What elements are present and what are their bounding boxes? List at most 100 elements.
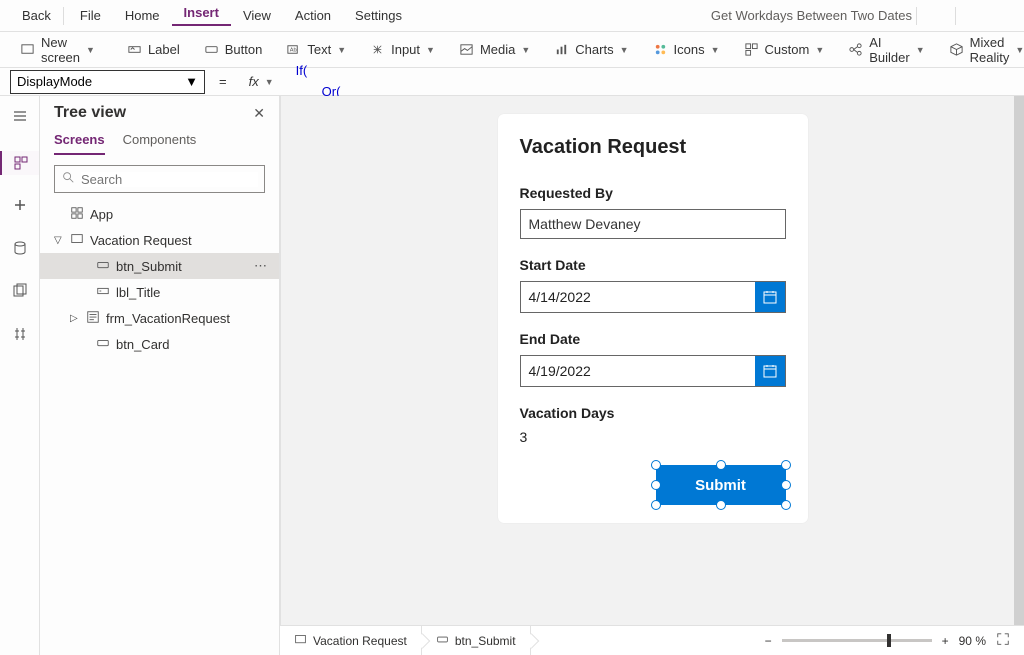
app-title: Get Workdays Between Two Dates: [711, 8, 912, 23]
title-bar-actions: [937, 7, 1016, 25]
ai-builder-label: AI Builder: [869, 35, 909, 65]
selection-handle[interactable]: [781, 480, 791, 490]
chevron-right-icon[interactable]: ▷: [70, 313, 80, 324]
requested-by-label: Requested By: [520, 185, 786, 201]
tree-search[interactable]: [54, 165, 265, 193]
media-label: Media: [480, 42, 515, 57]
breadcrumb-screen[interactable]: Vacation Request: [280, 626, 422, 655]
button-icon: [204, 42, 219, 57]
selection-handle[interactable]: [651, 460, 661, 470]
rail-tree-icon[interactable]: [0, 151, 39, 175]
menu-view[interactable]: View: [231, 8, 283, 23]
label-icon: [96, 284, 110, 301]
search-input[interactable]: [81, 172, 258, 187]
charts-button[interactable]: Charts ▼: [544, 38, 638, 61]
label-label: Label: [148, 42, 180, 57]
end-date-input[interactable]: 4/19/2022: [520, 355, 786, 387]
formula-editor[interactable]: If( Or(: [282, 64, 341, 93]
calendar-icon[interactable]: [755, 356, 785, 386]
charts-icon: [554, 42, 569, 57]
submit-button[interactable]: Submit: [656, 465, 786, 505]
screen-icon: [294, 633, 307, 649]
property-input[interactable]: [17, 74, 167, 89]
requested-by-field: Requested By Matthew Devaney: [520, 185, 786, 239]
selection-handle[interactable]: [781, 500, 791, 510]
form-title: Vacation Request: [520, 136, 786, 159]
text-icon: Ab: [286, 42, 301, 57]
back-button[interactable]: Back: [8, 8, 59, 23]
rail-media-icon[interactable]: [12, 283, 28, 304]
button-button[interactable]: Button: [194, 38, 273, 61]
property-selector[interactable]: ▼: [10, 70, 205, 94]
calendar-icon[interactable]: [755, 282, 785, 312]
menu-insert[interactable]: Insert: [172, 5, 231, 26]
left-rail: [0, 96, 40, 655]
status-bar: Vacation Request btn_Submit − + 90 %: [280, 625, 1024, 655]
input-button[interactable]: Input ▼: [360, 38, 445, 61]
charts-label: Charts: [575, 42, 613, 57]
custom-icon: [744, 42, 759, 57]
tree-item-btn-card[interactable]: btn_Card: [40, 331, 279, 357]
selection-handle[interactable]: [651, 480, 661, 490]
zoom-in-button[interactable]: +: [942, 634, 949, 648]
tree-item-label: lbl_Title: [116, 285, 160, 300]
icons-label: Icons: [674, 42, 705, 57]
canvas[interactable]: Vacation Request Requested By Matthew De…: [280, 96, 1024, 655]
zoom-slider[interactable]: [782, 639, 932, 642]
ai-builder-button[interactable]: AI Builder ▼: [838, 31, 934, 69]
tree-item-label: Vacation Request: [90, 233, 192, 248]
tree-item-btn-submit[interactable]: btn_Submit ⋯: [40, 253, 279, 279]
chevron-down-icon: ▼: [265, 77, 274, 87]
tree-item-screen[interactable]: ▽ Vacation Request: [40, 227, 279, 253]
text-button[interactable]: Ab Text ▼: [276, 38, 356, 61]
selection-handle[interactable]: [716, 460, 726, 470]
tree-item-lbl-title[interactable]: lbl_Title: [40, 279, 279, 305]
custom-button[interactable]: Custom ▼: [734, 38, 835, 61]
menu-home[interactable]: Home: [113, 8, 172, 23]
rail-tools-icon[interactable]: [12, 326, 28, 347]
vacation-days-field: Vacation Days 3: [520, 405, 786, 445]
end-date-value: 4/19/2022: [521, 363, 755, 379]
menu-file[interactable]: File: [68, 8, 113, 23]
breadcrumb-control[interactable]: btn_Submit: [422, 626, 531, 655]
media-button[interactable]: Media ▼: [449, 38, 540, 61]
label-icon: [127, 42, 142, 57]
rail-hamburger-icon[interactable]: [12, 108, 28, 129]
start-date-input[interactable]: 4/14/2022: [520, 281, 786, 313]
chevron-down-icon: ▼: [916, 45, 925, 55]
tab-components[interactable]: Components: [123, 132, 197, 155]
app-icon: [70, 206, 84, 223]
chevron-down-icon: ▼: [1015, 45, 1024, 55]
rail-data-icon[interactable]: [12, 240, 28, 261]
menu-settings[interactable]: Settings: [343, 8, 414, 23]
zoom-out-button[interactable]: −: [765, 634, 772, 648]
tree-item-app[interactable]: App: [40, 201, 279, 227]
new-screen-button[interactable]: New screen ▼: [10, 31, 105, 69]
selection-handle[interactable]: [781, 460, 791, 470]
mixed-reality-button[interactable]: Mixed Reality ▼: [939, 31, 1024, 69]
tree-panel: Tree view ✕ Screens Components App ▽ Vac…: [40, 96, 280, 655]
separator: [916, 7, 917, 25]
requested-by-input[interactable]: Matthew Devaney: [520, 209, 786, 239]
selection-handle[interactable]: [651, 500, 661, 510]
tree-item-frm[interactable]: ▷ frm_VacationRequest: [40, 305, 279, 331]
icons-button[interactable]: Icons ▼: [643, 38, 730, 61]
menu-action[interactable]: Action: [283, 8, 343, 23]
equals-sign: =: [205, 74, 241, 89]
label-button[interactable]: Label: [117, 38, 190, 61]
fit-screen-icon[interactable]: [996, 632, 1010, 649]
chevron-down-icon: ▼: [815, 45, 824, 55]
more-icon[interactable]: ⋯: [254, 258, 267, 274]
selection-handle[interactable]: [716, 500, 726, 510]
tree-tabs: Screens Components: [40, 126, 279, 155]
chevron-down-icon: ▼: [86, 45, 95, 55]
tree-header: Tree view ✕: [40, 96, 279, 126]
fx-button[interactable]: fx ▼: [241, 74, 282, 89]
zoom-thumb[interactable]: [887, 634, 891, 647]
close-icon[interactable]: ✕: [253, 105, 265, 122]
media-icon: [459, 42, 474, 57]
button-icon: [96, 258, 110, 275]
rail-insert-icon[interactable]: [12, 197, 28, 218]
chevron-down-icon[interactable]: ▽: [54, 235, 64, 246]
tab-screens[interactable]: Screens: [54, 132, 105, 155]
